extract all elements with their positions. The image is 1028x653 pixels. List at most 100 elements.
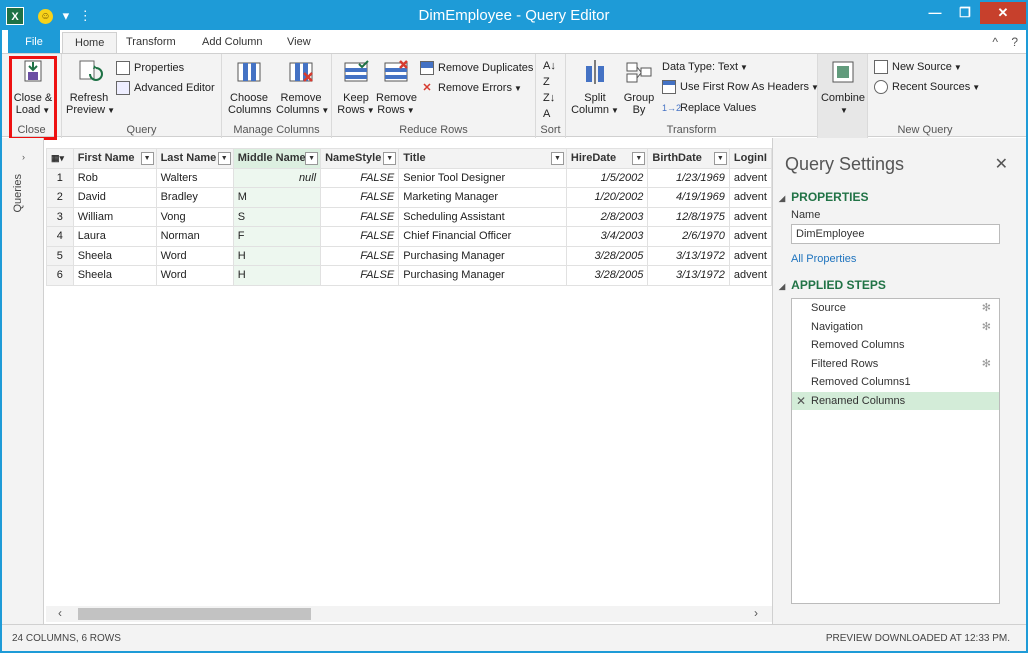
- query-name-input[interactable]: [791, 224, 1000, 244]
- cell-hiredate[interactable]: 3/28/2005: [565, 245, 649, 266]
- cell-loginid[interactable]: advent: [728, 206, 772, 227]
- cell-birthdate[interactable]: 12/8/1975: [647, 206, 730, 227]
- expand-queries-icon[interactable]: ›: [22, 152, 25, 162]
- scroll-right-icon[interactable]: ›: [754, 606, 758, 620]
- horizontal-scrollbar[interactable]: ‹ ›: [46, 606, 772, 622]
- cell-first-name[interactable]: Sheela: [72, 265, 157, 286]
- cell-namestyle[interactable]: FALSE: [320, 206, 400, 227]
- filter-dropdown-icon[interactable]: ▼: [305, 152, 319, 165]
- remove-errors-button[interactable]: ✕ Remove Errors ▼: [420, 80, 522, 97]
- cell-namestyle[interactable]: FALSE: [320, 265, 400, 286]
- filter-dropdown-icon[interactable]: ▼: [632, 152, 646, 165]
- choose-columns-button[interactable]: Choose Columns: [228, 58, 271, 116]
- cell-namestyle[interactable]: FALSE: [320, 167, 400, 188]
- filter-dropdown-icon[interactable]: ▼: [550, 152, 564, 165]
- split-column-button[interactable]: Split Column ▼: [570, 58, 620, 117]
- cell-hiredate[interactable]: 3/4/2003: [565, 226, 649, 247]
- cell-last-name[interactable]: Word: [155, 245, 234, 266]
- cell-hiredate[interactable]: 1/20/2002: [565, 187, 649, 208]
- table-row[interactable]: 1 Rob Walters null FALSE Senior Tool Designer…: [46, 167, 772, 188]
- cell-first-name[interactable]: Laura: [72, 226, 157, 247]
- column-header-loginid[interactable]: LoginI: [728, 148, 772, 169]
- refresh-preview-button[interactable]: Refresh Preview ▼: [66, 58, 115, 117]
- delete-step-icon[interactable]: ✕: [796, 392, 806, 411]
- cell-loginid[interactable]: advent: [728, 187, 772, 208]
- recent-sources-button[interactable]: Recent Sources ▼: [874, 79, 980, 96]
- filter-dropdown-icon[interactable]: ▼: [140, 152, 154, 165]
- step-settings-gear-icon[interactable]: ✻: [982, 355, 991, 374]
- step-settings-gear-icon[interactable]: ✻: [982, 318, 991, 337]
- table-menu-button[interactable]: ▦▾: [46, 148, 74, 169]
- table-row[interactable]: 5 Sheela Word H FALSE Purchasing Manager 3/28/…: [46, 245, 772, 266]
- cell-middle-name[interactable]: F: [232, 226, 322, 247]
- cell-namestyle[interactable]: FALSE: [320, 245, 400, 266]
- replace-values-button[interactable]: 1→2Replace Values: [662, 100, 756, 116]
- tab-transform[interactable]: Transform: [114, 32, 188, 54]
- cell-birthdate[interactable]: 3/13/1972: [647, 245, 730, 266]
- cell-title[interactable]: Marketing Manager: [398, 187, 567, 208]
- cell-birthdate[interactable]: 1/23/1969: [647, 167, 730, 188]
- sort-ascending-button[interactable]: A↓ Z: [543, 58, 556, 90]
- cell-middle-name[interactable]: M: [232, 187, 322, 208]
- cell-hiredate[interactable]: 3/28/2005: [565, 265, 649, 286]
- cell-first-name[interactable]: Sheela: [72, 245, 157, 266]
- cell-title[interactable]: Senior Tool Designer: [398, 167, 567, 188]
- applied-step-item[interactable]: Removed Columns1: [792, 373, 999, 392]
- advanced-editor-button[interactable]: Advanced Editor: [116, 80, 215, 96]
- tab-home[interactable]: Home: [62, 32, 118, 54]
- applied-steps-section-header[interactable]: ◢ APPLIED STEPS: [779, 278, 886, 292]
- column-header-middle-name[interactable]: Middle Name ▼: [232, 148, 322, 169]
- filter-dropdown-icon[interactable]: ▼: [713, 152, 727, 165]
- help-icon[interactable]: ?: [1011, 35, 1018, 49]
- applied-step-item[interactable]: ✕ Renamed Columns: [792, 391, 999, 411]
- tab-file[interactable]: File: [8, 30, 60, 54]
- cell-loginid[interactable]: advent: [728, 226, 772, 247]
- column-header-title[interactable]: Title ▼: [398, 148, 567, 169]
- queries-pane[interactable]: › Queries: [2, 138, 44, 624]
- cell-birthdate[interactable]: 3/13/1972: [647, 265, 730, 286]
- all-properties-link[interactable]: All Properties: [791, 253, 856, 265]
- cell-title[interactable]: Scheduling Assistant: [398, 206, 567, 227]
- scrollbar-thumb[interactable]: [78, 608, 311, 620]
- cell-namestyle[interactable]: FALSE: [320, 187, 400, 208]
- scroll-left-icon[interactable]: ‹: [58, 606, 62, 620]
- table-row[interactable]: 2 David Bradley M FALSE Marketing Manager 1/20…: [46, 187, 772, 208]
- applied-step-item[interactable]: Filtered Rows ✻: [792, 355, 999, 374]
- cell-last-name[interactable]: Bradley: [155, 187, 234, 208]
- remove-rows-button[interactable]: Remove Rows ▼: [376, 58, 417, 117]
- row-number-cell[interactable]: 4: [46, 226, 74, 247]
- cell-birthdate[interactable]: 4/19/1969: [647, 187, 730, 208]
- close-button[interactable]: ✕: [980, 2, 1026, 24]
- properties-button[interactable]: Properties: [116, 60, 184, 76]
- keep-rows-button[interactable]: Keep Rows ▼: [336, 58, 376, 117]
- row-number-cell[interactable]: 6: [46, 265, 74, 286]
- combine-button[interactable]: Combine ▼: [820, 58, 866, 117]
- cell-title[interactable]: Chief Financial Officer: [398, 226, 567, 247]
- tab-view[interactable]: View: [275, 32, 323, 54]
- filter-dropdown-icon[interactable]: ▼: [217, 152, 231, 165]
- column-header-last-name[interactable]: Last Name ▼: [155, 148, 234, 169]
- new-source-button[interactable]: New Source ▼: [874, 59, 962, 76]
- table-row[interactable]: 4 Laura Norman F FALSE Chief Financial Office…: [46, 226, 772, 247]
- table-row[interactable]: 6 Sheela Word H FALSE Purchasing Manager 3/28/…: [46, 265, 772, 286]
- cell-middle-name[interactable]: null: [232, 167, 322, 188]
- cell-loginid[interactable]: advent: [728, 245, 772, 266]
- cell-hiredate[interactable]: 2/8/2003: [565, 206, 649, 227]
- use-first-row-headers-button[interactable]: Use First Row As Headers ▼: [662, 79, 819, 96]
- applied-step-item[interactable]: Source ✻: [792, 299, 999, 318]
- group-by-button[interactable]: Group By: [622, 58, 656, 116]
- row-number-cell[interactable]: 5: [46, 245, 74, 266]
- cell-last-name[interactable]: Word: [155, 265, 234, 286]
- close-query-settings-icon[interactable]: ✕: [995, 154, 1008, 174]
- cell-middle-name[interactable]: H: [232, 265, 322, 286]
- cell-loginid[interactable]: advent: [728, 265, 772, 286]
- minimize-button[interactable]: —: [920, 2, 950, 24]
- applied-step-item[interactable]: Navigation ✻: [792, 318, 999, 337]
- cell-first-name[interactable]: William: [72, 206, 157, 227]
- cell-middle-name[interactable]: S: [232, 206, 322, 227]
- column-header-namestyle[interactable]: NameStyle ▼: [320, 148, 400, 169]
- cell-birthdate[interactable]: 2/6/1970: [647, 226, 730, 247]
- cell-hiredate[interactable]: 1/5/2002: [565, 167, 649, 188]
- applied-step-item[interactable]: Removed Columns: [792, 336, 999, 355]
- column-header-first-name[interactable]: First Name ▼: [72, 148, 157, 169]
